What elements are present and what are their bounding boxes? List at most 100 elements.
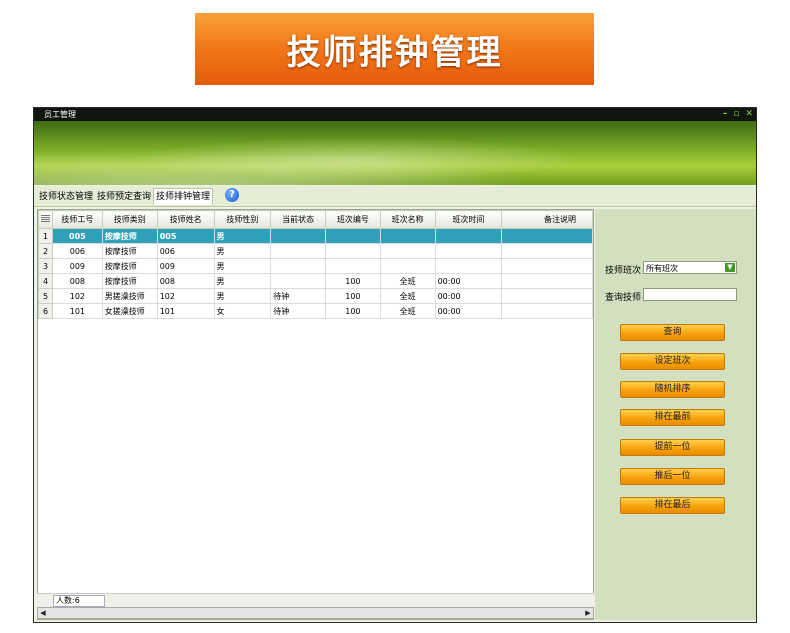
header-image (34, 121, 756, 185)
chevron-down-icon[interactable]: ▼ (725, 263, 735, 272)
cell-remark[interactable] (501, 273, 593, 289)
scroll-right-icon[interactable]: ▶ (583, 608, 593, 618)
cell-shift-name[interactable]: 全班 (379, 288, 436, 304)
row-number: 3 (38, 258, 53, 274)
tab-status-management[interactable]: 技师状态管理 (37, 189, 95, 205)
column-header[interactable]: 技师姓名 (156, 210, 215, 229)
cell-id[interactable]: 101 (51, 303, 103, 319)
cell-status[interactable] (270, 243, 326, 259)
cell-remark[interactable] (501, 303, 593, 319)
cell-gender[interactable]: 男 (213, 288, 272, 304)
column-header[interactable]: 班次名称 (379, 210, 436, 229)
window-title: 员工管理 (44, 110, 76, 119)
cell-status[interactable] (270, 258, 326, 274)
table-row[interactable]: 4 008 按摩技师 008 男 100 全班 00:00 (38, 273, 593, 289)
cell-category[interactable]: 女搓澡技师 (101, 303, 158, 319)
column-header[interactable]: 技师类别 (101, 210, 158, 229)
tab-bar: 技师状态管理 技师预定查询 技师排钟管理 ? (34, 186, 756, 207)
restore-icon[interactable]: ▫ (733, 108, 739, 121)
select-all-corner[interactable] (38, 210, 53, 229)
table-row[interactable]: 1 005 按摩技师 005 男 (38, 228, 593, 244)
cell-gender[interactable]: 女 (213, 303, 272, 319)
cell-category[interactable]: 按摩技师 (101, 273, 158, 289)
cell-name[interactable]: 005 (156, 228, 215, 244)
cell-name[interactable]: 006 (156, 243, 215, 259)
move-to-first-button[interactable]: 排在最前 (620, 409, 725, 426)
set-shift-button[interactable]: 设定班次 (620, 353, 725, 370)
cell-remark[interactable] (501, 243, 593, 259)
title-bar[interactable]: 员工管理 – ▫ ✕ (34, 108, 756, 121)
grid-footer: 人数:6 (37, 593, 594, 607)
cell-category[interactable]: 按摩技师 (101, 258, 158, 274)
cell-shift-time[interactable] (434, 243, 503, 259)
cell-category[interactable]: 按摩技师 (101, 228, 158, 244)
tab-shift-management[interactable]: 技师排钟管理 (153, 188, 214, 205)
cell-shift-time[interactable] (434, 258, 503, 274)
column-header[interactable]: 当前状态 (270, 210, 326, 229)
cell-shift-name[interactable]: 全班 (379, 273, 436, 289)
cell-name[interactable]: 101 (156, 303, 215, 319)
cell-remark[interactable] (501, 258, 593, 274)
cell-name[interactable]: 008 (156, 273, 215, 289)
cell-status[interactable] (270, 273, 326, 289)
table-row[interactable]: 2 006 按摩技师 006 男 (38, 243, 593, 259)
random-sort-button[interactable]: 随机排序 (620, 381, 725, 398)
table-row[interactable]: 5 102 男搓澡技师 102 男 待钟 100 全班 00:00 (38, 288, 593, 304)
cell-shift-time[interactable] (434, 228, 503, 244)
cell-status[interactable]: 待钟 (270, 303, 326, 319)
move-up-button[interactable]: 提前一位 (620, 439, 725, 456)
column-header[interactable]: 班次编号 (325, 210, 381, 229)
column-header[interactable]: 班次时间 (434, 210, 503, 229)
cell-id[interactable]: 005 (51, 228, 103, 244)
shift-select[interactable]: 所有班次 ▼ (643, 261, 737, 274)
cell-status[interactable] (270, 228, 326, 244)
cell-id[interactable]: 102 (51, 288, 103, 304)
cell-id[interactable]: 009 (51, 258, 103, 274)
cell-shift-time[interactable]: 00:00 (434, 288, 503, 304)
table-row[interactable]: 3 009 按摩技师 009 男 (38, 258, 593, 274)
cell-shift-time[interactable]: 00:00 (434, 303, 503, 319)
scroll-left-icon[interactable]: ◀ (38, 608, 48, 618)
column-header[interactable]: 技师性别 (213, 210, 272, 229)
cell-remark[interactable] (501, 228, 593, 244)
horizontal-scrollbar[interactable]: ◀ ▶ (37, 607, 594, 619)
cell-name[interactable]: 102 (156, 288, 215, 304)
close-icon[interactable]: ✕ (745, 108, 753, 121)
cell-category[interactable]: 男搓澡技师 (101, 288, 158, 304)
cell-shift-name[interactable] (379, 228, 436, 244)
cell-category[interactable]: 按摩技师 (101, 243, 158, 259)
cell-gender[interactable]: 男 (213, 243, 272, 259)
grid-menu-icon (40, 215, 50, 222)
cell-id[interactable]: 006 (51, 243, 103, 259)
cell-shift-no[interactable]: 100 (325, 273, 381, 289)
grid-header-row: 技师工号 技师类别 技师姓名 技师性别 当前状态 班次编号 班次名称 班次时间 … (38, 210, 593, 229)
cell-shift-no[interactable] (325, 258, 381, 274)
cell-shift-no[interactable] (325, 243, 381, 259)
cell-shift-name[interactable] (379, 258, 436, 274)
cell-gender[interactable]: 男 (213, 273, 272, 289)
cell-shift-name[interactable]: 全班 (379, 303, 436, 319)
window-controls: – ▫ ✕ (723, 108, 753, 121)
search-technician-input[interactable] (643, 288, 737, 301)
cell-remark[interactable] (501, 288, 593, 304)
cell-id[interactable]: 008 (51, 273, 103, 289)
control-panel: 技师班次 所有班次 ▼ 查询技师 查询 设定班次 随机排序 排在最前 提前一位 … (595, 209, 756, 620)
help-icon[interactable]: ? (225, 188, 239, 202)
move-to-last-button[interactable]: 排在最后 (620, 497, 725, 514)
minimize-icon[interactable]: – (723, 108, 728, 121)
cell-status[interactable]: 待钟 (270, 288, 326, 304)
cell-shift-time[interactable]: 00:00 (434, 273, 503, 289)
move-down-button[interactable]: 推后一位 (620, 468, 725, 485)
table-row[interactable]: 6 101 女搓澡技师 101 女 待钟 100 全班 00:00 (38, 303, 593, 319)
query-button[interactable]: 查询 (620, 324, 725, 341)
cell-name[interactable]: 009 (156, 258, 215, 274)
cell-gender[interactable]: 男 (213, 228, 272, 244)
cell-shift-name[interactable] (379, 243, 436, 259)
cell-shift-no[interactable] (325, 228, 381, 244)
column-header[interactable]: 技师工号 (51, 210, 103, 229)
cell-gender[interactable]: 男 (213, 258, 272, 274)
cell-shift-no[interactable]: 100 (325, 303, 381, 319)
column-header[interactable]: 备注说明 (501, 210, 593, 229)
tab-booking-query[interactable]: 技师预定查询 (95, 189, 153, 205)
cell-shift-no[interactable]: 100 (325, 288, 381, 304)
